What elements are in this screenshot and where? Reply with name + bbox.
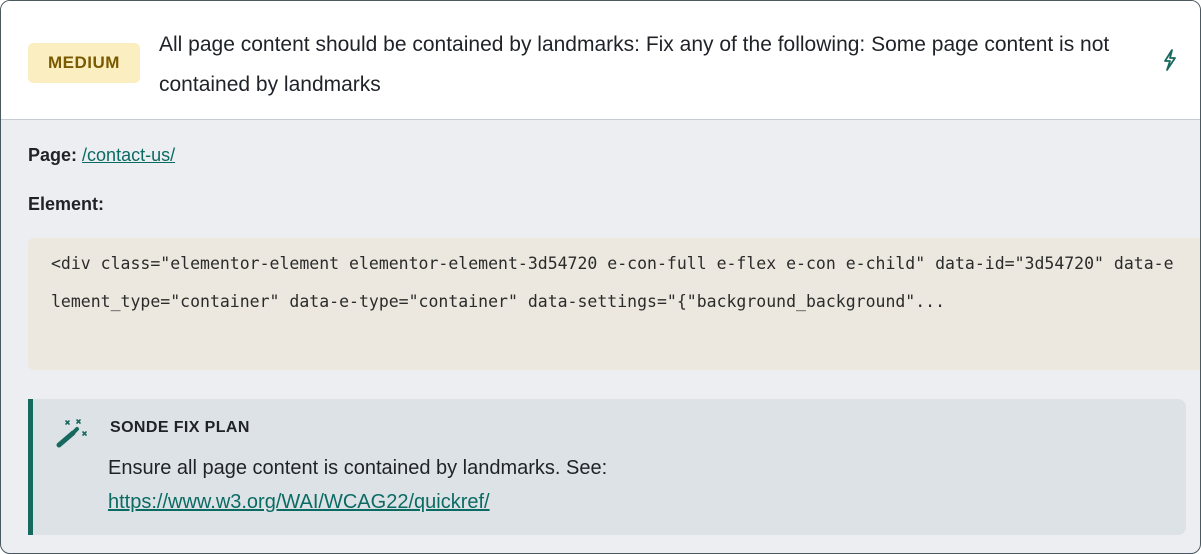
fix-plan-text: Ensure all page content is contained by … <box>108 457 608 479</box>
fix-plan-link[interactable]: https://www.w3.org/WAI/WCAG22/quickref/ <box>108 491 490 513</box>
issue-title: All page content should be contained by … <box>159 33 1110 96</box>
fix-plan-body: Ensure all page content is contained by … <box>108 451 1168 519</box>
issue-header[interactable]: MEDIUM All page content should be contai… <box>1 1 1200 120</box>
element-code-block: <div class="elementor-element elementor-… <box>28 238 1200 370</box>
fix-plan-title: SONDE FIX PLAN <box>110 419 250 436</box>
page-row: Page: /contact-us/ <box>28 145 175 166</box>
bolt-icon[interactable] <box>1161 48 1179 72</box>
page-link[interactable]: /contact-us/ <box>82 145 175 165</box>
issue-card: MEDIUM All page content should be contai… <box>0 0 1201 554</box>
magic-wand-icon <box>56 419 87 448</box>
fix-plan-panel: SONDE FIX PLAN Ensure all page content i… <box>28 399 1186 535</box>
severity-badge: MEDIUM <box>28 43 140 83</box>
page-label: Page: <box>28 145 78 165</box>
element-label: Element: <box>28 194 105 214</box>
